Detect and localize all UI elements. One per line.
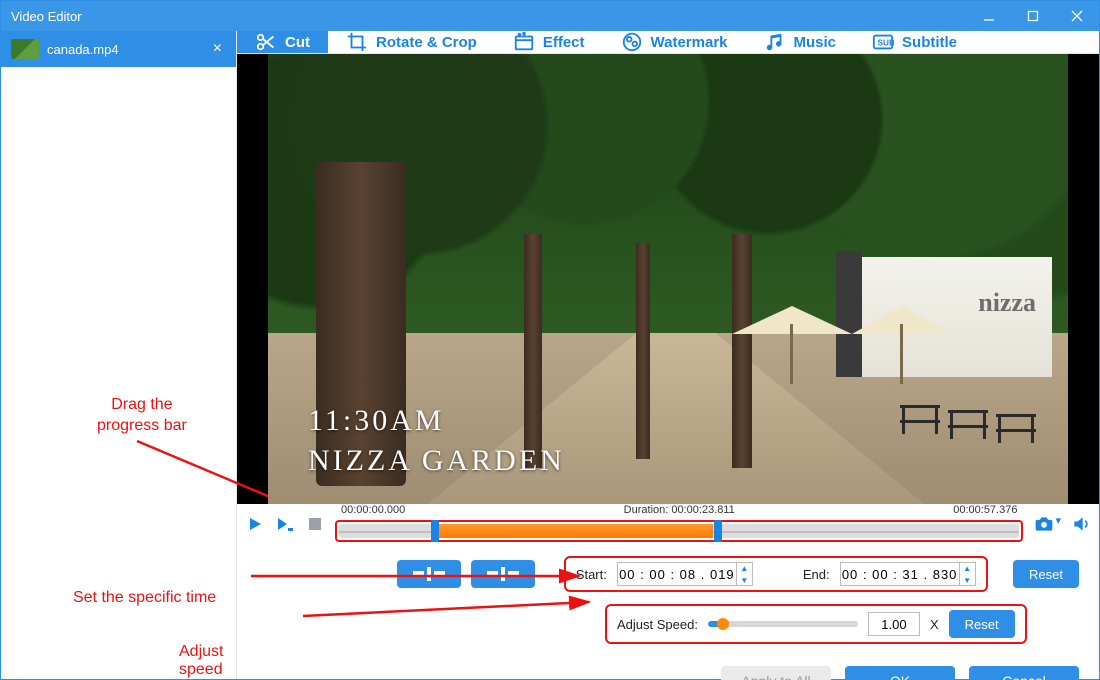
timeline-track[interactable] [339, 524, 1019, 538]
close-button[interactable] [1055, 1, 1099, 31]
maximize-button[interactable] [1011, 1, 1055, 31]
time-range-group: Start: ▲▼ End: ▲▼ [564, 556, 988, 592]
main-panel: Cut Rotate & Crop Effect Watermark Music [237, 31, 1099, 679]
window-title: Video Editor [11, 9, 967, 24]
tab-music-label: Music [794, 34, 837, 51]
preview-area: nizza 11:30AM NIZZA GARDEN [237, 54, 1099, 504]
speed-value-input[interactable] [868, 612, 920, 636]
app-window: Video Editor canada.mp4 × Drag the progr… [0, 0, 1100, 680]
snapshot-button[interactable]: ▾ [1033, 514, 1061, 534]
overlay-time-text: 11:30AM [308, 404, 445, 438]
tab-subtitle[interactable]: SUB Subtitle [854, 31, 975, 53]
svg-text:SUB: SUB [878, 39, 895, 48]
tab-cut-label: Cut [285, 34, 310, 51]
split-left-button[interactable] [397, 560, 461, 588]
bottom-bar: Apply to All OK Cancel [237, 662, 1099, 680]
annotation-set-time: Set the specific time [73, 589, 216, 607]
scene-sign: nizza [978, 288, 1036, 318]
tab-watermark[interactable]: Watermark [603, 31, 746, 53]
annotation-speed-arrow [297, 592, 597, 622]
overlay-title-text: NIZZA GARDEN [308, 444, 565, 478]
play-to-end-button[interactable] [275, 514, 295, 534]
adjust-speed-label: Adjust Speed: [617, 617, 698, 632]
tab-effect-label: Effect [543, 34, 585, 51]
speed-slider-knob[interactable] [717, 618, 729, 630]
tab-rotate-crop[interactable]: Rotate & Crop [328, 31, 495, 53]
end-time-field[interactable] [841, 567, 959, 582]
volume-button[interactable] [1071, 514, 1091, 534]
tab-cut[interactable]: Cut [237, 31, 328, 53]
scene-umbrella-pole [790, 324, 793, 384]
start-time-input[interactable]: ▲▼ [617, 562, 753, 586]
timeline-selection [434, 524, 713, 538]
end-spin-down[interactable]: ▼ [959, 574, 975, 586]
timeline-track-area: 00:00:00.000 Duration: 00:00:23.811 00:0… [335, 504, 1023, 544]
scene-bench [948, 410, 988, 428]
tab-effect[interactable]: Effect [495, 31, 603, 53]
scene-trunk [636, 243, 650, 459]
end-time-input[interactable]: ▲▼ [840, 562, 976, 586]
tab-watermark-label: Watermark [651, 34, 728, 51]
minimize-button[interactable] [967, 1, 1011, 31]
stop-button[interactable] [305, 514, 325, 534]
title-bar: Video Editor [1, 1, 1099, 31]
timeline-end-handle[interactable] [714, 520, 722, 542]
cancel-button[interactable]: Cancel [969, 666, 1079, 680]
tab-subtitle-label: Subtitle [902, 34, 957, 51]
scene-bench [900, 405, 940, 423]
video-preview[interactable]: nizza 11:30AM NIZZA GARDEN [268, 54, 1068, 504]
tool-tabs: Cut Rotate & Crop Effect Watermark Music [237, 31, 1099, 54]
apply-to-all-button[interactable]: Apply to All [721, 666, 831, 680]
subtitle-icon: SUB [872, 31, 894, 53]
reset-time-button[interactable]: Reset [1013, 560, 1079, 588]
scissors-icon [255, 31, 277, 53]
start-label: Start: [576, 567, 607, 582]
timeline-duration: Duration: 00:00:23.811 [624, 504, 735, 516]
play-button[interactable] [245, 514, 265, 534]
start-spin-down[interactable]: ▼ [736, 574, 752, 586]
file-close-icon[interactable]: × [209, 40, 226, 58]
reset-speed-button[interactable]: Reset [949, 610, 1015, 638]
file-thumbnail [11, 39, 39, 59]
start-time-field[interactable] [618, 567, 736, 582]
scene-trunk [524, 234, 542, 468]
ok-button[interactable]: OK [845, 666, 955, 680]
music-icon [764, 31, 786, 53]
start-spin-up[interactable]: ▲ [736, 562, 752, 574]
tab-music[interactable]: Music [746, 31, 855, 53]
annotation-adjust-speed: Adjust speed [179, 643, 236, 679]
effect-icon [513, 31, 535, 53]
timeline-start-handle[interactable] [431, 520, 439, 542]
speed-group: Adjust Speed: X Reset [605, 604, 1027, 644]
timeline-row: 00:00:00.000 Duration: 00:00:23.811 00:0… [237, 504, 1099, 544]
end-spin-up[interactable]: ▲ [959, 562, 975, 574]
annotation-drag: Drag the progress bar [97, 395, 187, 437]
crop-icon [346, 31, 368, 53]
speed-slider[interactable] [708, 621, 858, 627]
file-name: canada.mp4 [47, 42, 201, 57]
speed-suffix: X [930, 617, 939, 632]
timeline-end-time: 00:00:57.376 [953, 504, 1017, 516]
tab-rotate-label: Rotate & Crop [376, 34, 477, 51]
scene-trunk [732, 234, 752, 468]
sidebar: canada.mp4 × Drag the progress bar Set t… [1, 31, 237, 679]
watermark-icon [621, 31, 643, 53]
timeline-start-time: 00:00:00.000 [341, 504, 405, 516]
window-controls [967, 1, 1099, 31]
scene-umbrella-pole [900, 324, 903, 384]
controls-panel: Start: ▲▼ End: ▲▼ Reset [237, 544, 1099, 662]
file-tab[interactable]: canada.mp4 × [1, 31, 236, 67]
scene-bench [996, 414, 1036, 432]
split-right-button[interactable] [471, 560, 535, 588]
end-label: End: [803, 567, 830, 582]
